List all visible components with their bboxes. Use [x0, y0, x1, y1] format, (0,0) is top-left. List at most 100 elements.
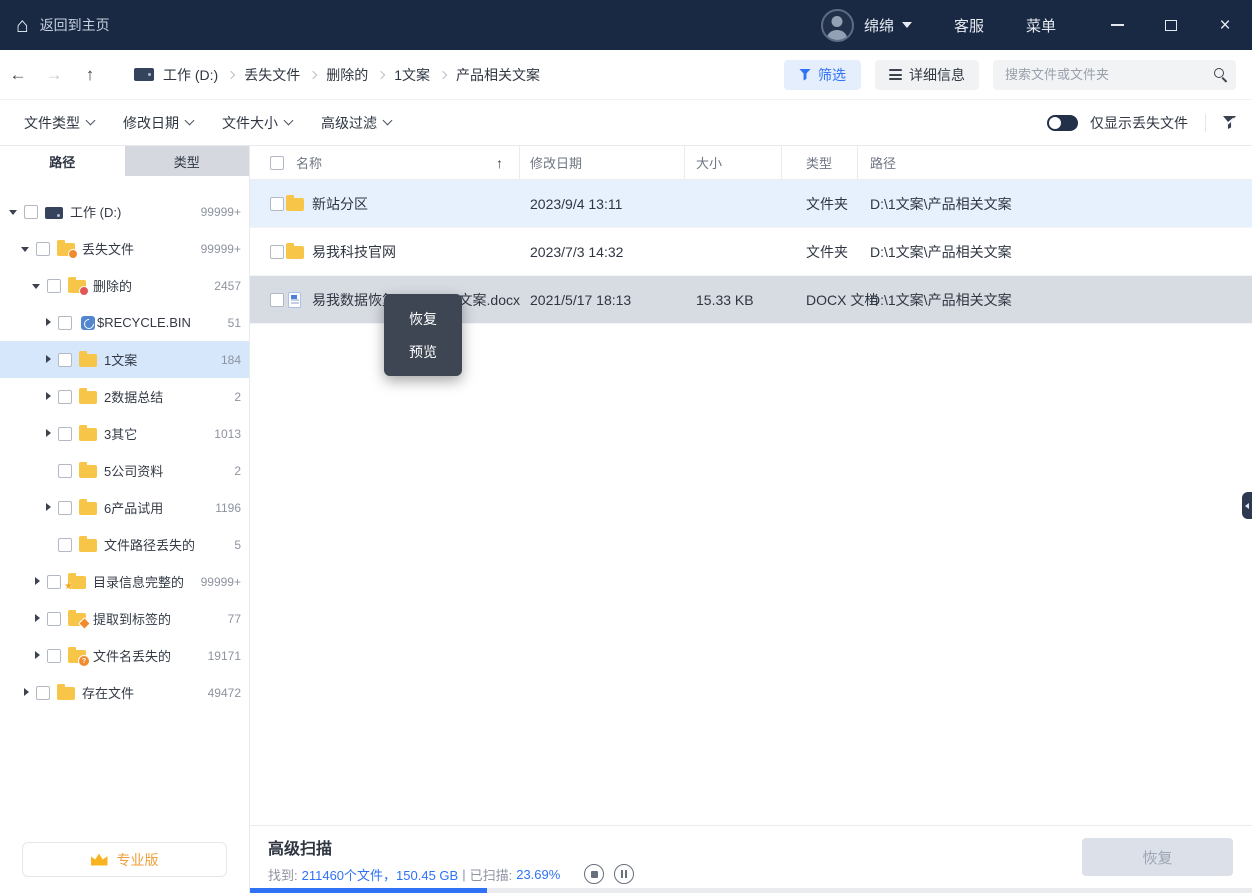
breadcrumb-item[interactable]: 删除的 — [326, 65, 368, 85]
tree-item-extracted-tags[interactable]: 提取到标签的 77 — [0, 600, 249, 637]
tree-item-deleted[interactable]: 删除的 2457 — [0, 267, 249, 304]
tree-item-2-data-summary[interactable]: 2数据总结 2 — [0, 378, 249, 415]
tree-item-6-product-trial[interactable]: 6产品试用 1196 — [0, 489, 249, 526]
expand-arrow-icon[interactable] — [43, 318, 53, 328]
checkbox[interactable] — [58, 427, 72, 441]
checkbox[interactable] — [270, 197, 284, 211]
context-menu-preview[interactable]: 预览 — [384, 335, 462, 368]
chevron-right-icon — [377, 70, 385, 78]
checkbox[interactable] — [47, 612, 61, 626]
tree-item-count: 5 — [234, 538, 241, 552]
tab-type[interactable]: 类型 — [125, 146, 250, 176]
deleted-folder-icon — [68, 280, 86, 293]
table-row[interactable]: 新站分区 2023/9/4 13:11 文件夹 D:\1文案\产品相关文案 — [250, 180, 1252, 228]
expand-arrow-icon[interactable] — [32, 614, 42, 624]
up-arrow-button[interactable]: ↑ — [72, 65, 108, 85]
file-size-dropdown[interactable]: 文件大小 — [222, 113, 292, 133]
stop-icon — [591, 871, 598, 878]
breadcrumb-item[interactable]: 丢失文件 — [244, 65, 300, 85]
collapse-arrow-icon[interactable] — [9, 207, 19, 217]
column-header-path[interactable]: 路径 — [858, 146, 1252, 179]
checkbox[interactable] — [47, 279, 61, 293]
column-header-type[interactable]: 类型 — [782, 146, 858, 179]
docx-file-icon — [288, 292, 301, 308]
checkbox[interactable] — [58, 353, 72, 367]
expand-arrow-icon[interactable] — [32, 577, 42, 587]
minimize-button[interactable] — [1090, 0, 1144, 50]
sort-ascending-icon[interactable]: ↑ — [496, 155, 503, 171]
checkbox[interactable] — [24, 205, 38, 219]
select-all-checkbox[interactable] — [270, 156, 284, 170]
expand-arrow-icon[interactable] — [43, 429, 53, 439]
file-type-dropdown[interactable]: 文件类型 — [24, 113, 94, 133]
close-button[interactable]: × — [1198, 0, 1252, 50]
tree-item-1-docs-selected[interactable]: 1文案 184 — [0, 341, 249, 378]
modified-date-dropdown[interactable]: 修改日期 — [123, 113, 193, 133]
tree-item-label: 1文案 — [104, 350, 137, 369]
expand-arrow-icon[interactable] — [43, 355, 53, 365]
expand-arrow-icon[interactable] — [32, 651, 42, 661]
tree-item-filename-lost[interactable]: 文件名丢失的 19171 — [0, 637, 249, 674]
expand-arrow-icon[interactable] — [43, 503, 53, 513]
search-input[interactable] — [993, 60, 1236, 90]
context-menu-recover[interactable]: 恢复 — [384, 302, 462, 335]
breadcrumb-item[interactable]: 产品相关文案 — [456, 65, 540, 85]
tree-item-recycle-bin[interactable]: $RECYCLE.BIN 51 — [0, 304, 249, 341]
details-button[interactable]: 详细信息 — [875, 60, 979, 90]
filter-button[interactable]: 筛选 — [784, 60, 861, 90]
lost-files-only-toggle[interactable] — [1047, 115, 1078, 131]
table-row[interactable]: 易我科技官网 2023/7/3 14:32 文件夹 D:\1文案\产品相关文案 — [250, 228, 1252, 276]
tree-item-work-drive[interactable]: 工作 (D:) 99999+ — [0, 193, 249, 230]
search-icon[interactable] — [1214, 68, 1224, 78]
collapse-arrow-icon[interactable] — [32, 281, 42, 291]
back-to-home-button[interactable]: ⌂ 返回到主页 — [16, 15, 110, 36]
expand-arrow-icon[interactable] — [43, 392, 53, 402]
column-header-name[interactable]: 名称 ↑ — [286, 146, 520, 179]
checkbox[interactable] — [36, 686, 50, 700]
checkbox[interactable] — [270, 293, 284, 307]
pause-scan-button[interactable] — [614, 864, 634, 884]
checkbox[interactable] — [58, 316, 72, 330]
stop-scan-button[interactable] — [584, 864, 604, 884]
checkbox[interactable] — [58, 538, 72, 552]
advanced-filter-dropdown[interactable]: 高级过滤 — [321, 113, 391, 133]
checkbox[interactable] — [270, 245, 284, 259]
checkbox[interactable] — [58, 501, 72, 515]
checkbox[interactable] — [58, 390, 72, 404]
filter-reset-icon[interactable] — [1223, 116, 1236, 129]
tree-item-directory-complete[interactable]: 目录信息完整的 99999+ — [0, 563, 249, 600]
tree-item-count: 184 — [221, 353, 241, 367]
chevron-down-icon — [185, 116, 195, 126]
tree-item-existing-files[interactable]: 存在文件 49472 — [0, 674, 249, 711]
back-to-home-label: 返回到主页 — [40, 15, 110, 35]
tree-item-5-company-files[interactable]: 5公司资料 2 — [0, 452, 249, 489]
breadcrumb-item[interactable]: 工作 (D:) — [163, 65, 218, 85]
checkbox[interactable] — [36, 242, 50, 256]
tree-item-lost-files[interactable]: 丢失文件 99999+ — [0, 230, 249, 267]
tree-item-3-others[interactable]: 3其它 1013 — [0, 415, 249, 452]
tab-path[interactable]: 路径 — [0, 146, 125, 176]
checkbox[interactable] — [47, 575, 61, 589]
user-menu[interactable]: 绵绵 — [864, 15, 912, 36]
menu-button[interactable]: 菜单 — [1026, 15, 1056, 36]
back-arrow-button[interactable]: ← — [0, 65, 36, 85]
pro-version-button[interactable]: 专业版 — [22, 842, 227, 877]
user-avatar[interactable] — [821, 9, 854, 42]
column-header-size[interactable]: 大小 — [685, 146, 782, 179]
file-name: 易我科技官网 — [312, 242, 520, 262]
support-button[interactable]: 客服 — [954, 15, 984, 36]
lost-files-folder-icon — [57, 243, 75, 256]
panel-collapse-handle[interactable] — [1242, 492, 1252, 519]
forward-arrow-button[interactable]: → — [36, 65, 72, 85]
list-icon — [889, 69, 902, 80]
checkbox[interactable] — [58, 464, 72, 478]
checkbox[interactable] — [47, 649, 61, 663]
expand-arrow-icon[interactable] — [21, 688, 31, 698]
tree-item-path-lost[interactable]: 文件路径丢失的 5 — [0, 526, 249, 563]
breadcrumb-item[interactable]: 1文案 — [394, 65, 430, 85]
recover-button-disabled[interactable]: 恢复 — [1082, 838, 1233, 876]
collapse-arrow-icon[interactable] — [21, 244, 31, 254]
maximize-button[interactable] — [1144, 0, 1198, 50]
column-header-date[interactable]: 修改日期 — [520, 146, 685, 179]
file-date: 2023/9/4 13:11 — [520, 196, 685, 212]
